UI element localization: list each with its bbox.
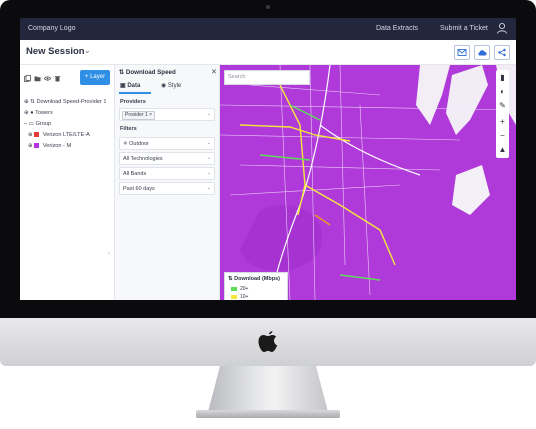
map-legend: ⇅ Download (Mbps) 20+ 10+ 5+ < 5 (224, 272, 288, 300)
zoom-in-button[interactable]: + (496, 114, 509, 129)
layer-prefix: ⊕ ⇅ (24, 99, 35, 105)
copy-icon[interactable] (24, 75, 31, 82)
nav-link-data-extracts[interactable]: Data Extracts (376, 25, 418, 32)
tab-style[interactable]: ◉ Style (161, 82, 181, 89)
active-tab-indicator (119, 92, 151, 94)
nav-link-submit-ticket[interactable]: Submit a Ticket (440, 25, 488, 32)
monitor-stand (208, 366, 328, 412)
map-canvas[interactable] (220, 65, 516, 300)
layer-label: Download Speed-Provider 1 (36, 99, 107, 105)
email-button[interactable] (454, 45, 470, 60)
map-search-input[interactable]: Search (224, 70, 310, 85)
legend-title: ⇅ Download (Mbps) (228, 276, 280, 282)
legend-label: 20+ (240, 286, 249, 292)
cloud-icon (478, 50, 487, 56)
mail-icon (457, 49, 467, 56)
monitor-stand-base (196, 410, 340, 418)
layer-prefix: ⊕ (28, 143, 33, 149)
legend-swatch (231, 286, 237, 291)
tab-data[interactable]: ▣ Data (120, 82, 140, 89)
layer-label: Group (35, 121, 52, 127)
apple-logo-icon (258, 331, 278, 352)
tab-style-label: Style (167, 83, 182, 89)
layer-item-verizon-lte[interactable]: ⊕ Verizon LTE/LTE-A (28, 132, 90, 138)
filter-technology[interactable]: All Technologies ⌄ (119, 152, 215, 165)
layers-toggle-icon[interactable]: ▮ (496, 70, 509, 85)
legend-swatch (231, 294, 237, 299)
share-button[interactable] (494, 45, 510, 60)
filter-bands[interactable]: All Bands ⌄ (119, 167, 215, 180)
layer-prefix: – ▭ (24, 121, 34, 127)
filter-date-range[interactable]: Past 60 days ⌄ (119, 182, 215, 195)
layer-prefix: ⊕ (28, 132, 33, 138)
chevron-down-icon: ⌄ (206, 185, 211, 191)
close-icon[interactable]: ✕ (211, 68, 217, 76)
coverage-map[interactable]: Search ▮ ◐ ✎ + − ▲ ⇅ Download (Mbps) 20+… (220, 65, 516, 300)
chevron-down-icon: ⌄ (206, 140, 211, 146)
legend-item: 20+ (231, 286, 248, 292)
layer-label: Verizon LTE/LTE-A (42, 132, 90, 138)
filter-environment[interactable]: ✳ Outdoor ⌄ (119, 137, 215, 150)
tab-data-label: Data (127, 83, 141, 89)
search-placeholder: Search (228, 74, 246, 80)
company-logo[interactable]: Company Logo (28, 25, 75, 32)
layer-item-download-speed[interactable]: ⊕ ⇅ Download Speed-Provider 1 (24, 99, 106, 105)
eye-icon[interactable] (44, 75, 51, 82)
user-icon[interactable] (496, 22, 508, 34)
provider-chip[interactable]: Provider 1 × (122, 110, 156, 120)
compass-icon[interactable]: ▲ (496, 142, 509, 157)
filter-value: All Technologies (123, 155, 163, 162)
layer-prefix: ⊕ ● (24, 110, 34, 116)
trash-icon[interactable] (54, 75, 61, 82)
layer-group[interactable]: – ▭ Group (24, 121, 51, 127)
map-controls: ▮ ◐ ✎ + − ▲ (496, 70, 509, 158)
layer-settings-panel: ⇅ Download Speed ✕ ▣ Data ◉ Style Provid… (115, 65, 220, 300)
layers-panel: + Layer ⊕ ⇅ Download Speed-Provider 1 ⊕ … (20, 65, 115, 300)
session-title[interactable]: New Session (26, 46, 85, 57)
top-nav: Company Logo Data Extracts Submit a Tick… (20, 18, 516, 40)
add-layer-button[interactable]: + Layer (80, 70, 110, 85)
layer-color-swatch (34, 132, 40, 138)
app-screen: Company Logo Data Extracts Submit a Tick… (20, 18, 516, 300)
layer-item-verizon-m[interactable]: ⊕ Verizon - M (28, 143, 71, 149)
share-icon (498, 48, 506, 57)
legend-label: 10+ (240, 294, 249, 300)
legend-item: 10+ (231, 294, 248, 300)
camera-icon (266, 5, 270, 9)
collapse-panel-icon[interactable]: ‹ (108, 251, 110, 257)
cloud-save-button[interactable] (474, 45, 490, 60)
session-toolbar: New Session ⌄ (20, 40, 516, 65)
layer-color-swatch (34, 143, 40, 149)
filter-value: Past 60 days (123, 185, 155, 192)
chevron-down-icon: ⌄ (206, 170, 211, 176)
chevron-down-icon: ⌄ (206, 155, 211, 161)
globe-icon[interactable]: ◐ (496, 84, 509, 99)
providers-label: Providers (120, 99, 146, 105)
panel-title: ⇅ Download Speed (119, 69, 176, 76)
chevron-down-icon[interactable]: ⌄ (84, 46, 91, 55)
filters-label: Filters (120, 126, 137, 132)
folder-icon[interactable] (34, 75, 41, 82)
filter-value: ✳ Outdoor (123, 140, 150, 147)
providers-select[interactable]: Provider 1 × ⌄ (119, 108, 215, 121)
chevron-down-icon: ⌄ (206, 111, 211, 117)
layer-label: Verizon - M (42, 143, 72, 149)
draw-icon[interactable]: ✎ (496, 98, 509, 113)
zoom-out-button[interactable]: − (496, 128, 509, 143)
layer-item-towers[interactable]: ⊕ ● Towers (24, 110, 53, 116)
monitor-bezel: Company Logo Data Extracts Submit a Tick… (0, 0, 536, 318)
filter-value: All Bands (123, 170, 147, 177)
layer-label: Towers (35, 110, 53, 116)
